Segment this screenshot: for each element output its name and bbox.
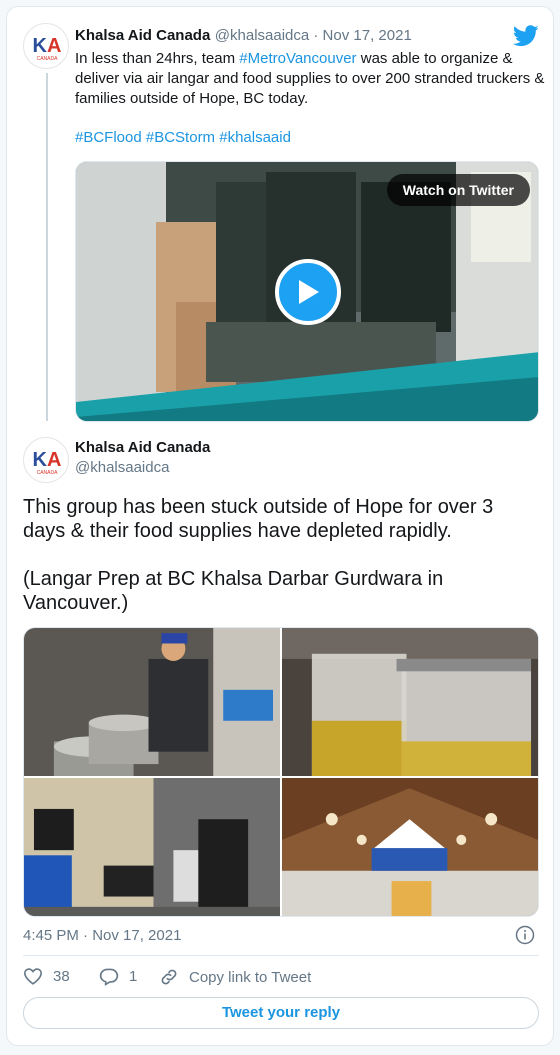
author-name[interactable]: Khalsa Aid Canada [75, 27, 210, 44]
svg-text:CANADA: CANADA [37, 470, 59, 476]
svg-text:KA: KA [33, 449, 62, 471]
video-player[interactable]: Watch on Twitter [75, 161, 539, 422]
handle-date[interactable]: @khalsaaidca · Nov 17, 2021 [215, 27, 412, 44]
quoted-text-1: This group has been stuck outside of Hop… [23, 496, 494, 542]
play-button[interactable] [275, 259, 341, 325]
copy-link-label: Copy link to Tweet [189, 968, 312, 986]
tweet-header: Khalsa Aid Canada @khalsaaidca · Nov 17,… [75, 27, 412, 45]
quoted-handle[interactable]: @khalsaaidca [75, 459, 169, 476]
info-icon[interactable] [515, 925, 535, 950]
khalsa-aid-logo: KA CANADA [33, 449, 62, 476]
photo-4[interactable] [282, 778, 538, 916]
tweet-card: KA CANADA Khalsa Aid Canada @khalsaaidca… [6, 6, 554, 1046]
copy-link-action[interactable]: Copy link to Tweet [159, 967, 311, 987]
tweet-your-reply-button[interactable]: Tweet your reply [23, 997, 539, 1029]
tweet-text: In less than 24hrs, team #MetroVancouver… [75, 50, 545, 107]
photo-2[interactable] [282, 628, 538, 777]
photo-grid [23, 627, 539, 917]
quoted-author-avatar[interactable]: KA CANADA [23, 437, 69, 483]
quoted-author-name[interactable]: Khalsa Aid Canada [75, 439, 210, 456]
heart-icon [23, 968, 43, 985]
svg-text:KA: KA [33, 35, 62, 57]
comment-icon [99, 968, 119, 986]
thread-line [46, 73, 48, 421]
khalsa-aid-logo: KA CANADA [33, 35, 62, 62]
twitter-bird-icon[interactable] [512, 25, 539, 52]
mention-link[interactable]: #MetroVancouver [239, 50, 356, 67]
watch-on-twitter-button[interactable]: Watch on Twitter [386, 174, 530, 206]
photo-1[interactable] [24, 628, 280, 777]
photo-3[interactable] [24, 778, 280, 916]
reply-action[interactable]: 1 [99, 967, 137, 986]
author-avatar[interactable]: KA CANADA [23, 23, 69, 69]
divider [23, 955, 539, 956]
timestamp[interactable]: 4:45 PM · Nov 17, 2021 [23, 927, 181, 944]
svg-text:CANADA: CANADA [37, 56, 59, 62]
play-icon [299, 280, 319, 304]
link-icon [161, 969, 177, 985]
like-count: 38 [53, 967, 70, 985]
hashtags[interactable]: #BCFlood #BCStorm #khalsaaid [75, 129, 291, 146]
quoted-text-2: (Langar Prep at BC Khalsa Darbar Gurdwar… [23, 568, 444, 614]
like-action[interactable]: 38 [23, 967, 70, 985]
reply-count: 1 [129, 968, 138, 985]
